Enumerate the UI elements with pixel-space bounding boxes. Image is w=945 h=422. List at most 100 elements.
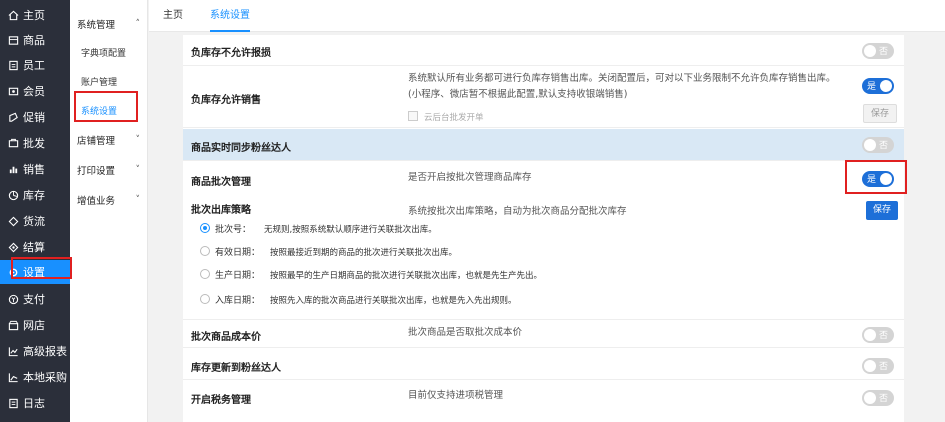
submenu-group-system[interactable]: 系统管理 ˄ [70, 14, 148, 34]
submenu-group-store[interactable]: 店铺管理 ˅ [70, 130, 148, 150]
toggle-knob [880, 173, 892, 185]
submenu-item-settings[interactable]: 系统设置 [70, 100, 148, 120]
tab-home[interactable]: 主页 [163, 0, 183, 32]
sidebar-item-sales[interactable]: 销售 [0, 157, 70, 181]
sidebar-item-goods[interactable]: 商品 [0, 28, 70, 52]
home-icon [7, 9, 19, 21]
chevron-up-icon: ˄ [135, 19, 141, 29]
promo-icon [7, 111, 19, 123]
sidebar-item-promo[interactable]: 促销 [0, 105, 70, 129]
sidebar-item-label: 商品 [23, 34, 45, 47]
tax-mgmt-toggle[interactable]: 否 [862, 390, 894, 406]
goods-icon [7, 34, 19, 46]
toggle-label: 否 [878, 362, 888, 372]
neg-stock-allow-toggle[interactable]: 是 [862, 78, 894, 94]
submenu-group-label: 增值业务 [77, 196, 116, 207]
sidebar-item-staff[interactable]: 员工 [0, 53, 70, 77]
sidebar-item-purchase[interactable]: 本地采购 [0, 365, 70, 389]
batch-cost-toggle[interactable]: 否 [862, 327, 894, 343]
submenu-item-account[interactable]: 账户管理 [70, 71, 148, 91]
sidebar-item-label: 本地采购 [23, 371, 67, 384]
sidebar-item-flow[interactable]: 货流 [0, 209, 70, 233]
batch-mgmt-toggle[interactable]: 是 [862, 171, 894, 187]
toggle-label: 否 [878, 394, 888, 404]
tab-system-settings[interactable]: 系统设置 [210, 0, 250, 32]
sidebar-item-label: 结算 [23, 241, 45, 254]
option-name: 入库日期： [215, 296, 261, 306]
radio-expiry-date[interactable] [200, 246, 210, 256]
option-description: 无规则,按照系统默认顺序进行关联批次出库。 [264, 225, 437, 235]
option-name: 有效日期： [215, 248, 261, 258]
sidebar-item-label: 销售 [23, 163, 45, 176]
realtime-sync-toggle[interactable]: 否 [862, 137, 894, 153]
toggle-knob [864, 392, 876, 404]
sidebar-item-label: 货流 [23, 215, 45, 228]
setting-row-neg-stock-allow: 负库存允许销售 系统默认所有业务都可进行负库存销售出库。关闭配置后，可对以下业务… [183, 66, 904, 128]
neg-stock-disallow-toggle[interactable]: 否 [862, 43, 894, 59]
wholesale-order-checkbox[interactable] [408, 111, 418, 121]
toggle-label: 是 [867, 82, 877, 92]
setting-label: 商品批次管理 [191, 177, 251, 188]
setting-label: 负库存允许销售 [191, 95, 261, 106]
save-button-disabled[interactable]: 保存 [863, 104, 898, 123]
tab-bar: 主页 系统设置 [149, 0, 945, 32]
setting-row-stock-sync: 库存更新到粉丝达人 否 [183, 348, 904, 380]
option-name: 生产日期： [215, 271, 261, 281]
toggle-knob [880, 80, 892, 92]
member-icon [7, 85, 19, 97]
wholesale-icon [7, 137, 19, 149]
setting-row-tax-mgmt: 开启税务管理 目前仅支持进项税管理 否 [183, 380, 904, 416]
toggle-knob [864, 45, 876, 57]
sidebar-item-wholesale[interactable]: 批发 [0, 131, 70, 155]
shop-icon [7, 319, 19, 331]
sidebar-item-label: 日志 [23, 397, 45, 410]
sidebar-item-report[interactable]: 高级报表 [0, 339, 70, 363]
stock-icon [7, 189, 19, 201]
report-icon [7, 345, 19, 357]
pay-icon [7, 293, 19, 305]
sidebar-item-settle[interactable]: 结算 [0, 235, 70, 259]
submenu-group-label: 打印设置 [77, 166, 116, 177]
settings-panel: 负库存不允许报损 否 负库存允许销售 系统默认所有业务都可进行负库存销售出库。关… [183, 35, 904, 422]
sidebar-item-settings[interactable]: 设置 [0, 260, 70, 284]
setting-label: 批次商品成本价 [191, 332, 261, 343]
radio-inbound-date[interactable] [200, 294, 210, 304]
sales-chart-icon [7, 163, 19, 175]
sidebar-item-home[interactable]: 主页 [0, 3, 70, 27]
sidebar-item-shop[interactable]: 网店 [0, 313, 70, 337]
toggle-knob [864, 360, 876, 372]
setting-label: 开启税务管理 [191, 395, 251, 406]
setting-description: 目前仅支持进项税管理 [408, 390, 504, 401]
chevron-down-icon: ˅ [135, 195, 141, 205]
settings-icon [7, 266, 19, 278]
radio-batch-number[interactable] [200, 223, 210, 233]
sidebar-item-pay[interactable]: 支付 [0, 287, 70, 311]
save-batch-strategy-button[interactable]: 保存 [866, 201, 899, 220]
sidebar-item-label: 库存 [23, 189, 45, 202]
submenu-group-label: 店铺管理 [77, 136, 116, 147]
sidebar-item-label: 高级报表 [23, 345, 67, 358]
option-description: 按照最接近到期的商品的批次进行关联批次出库。 [270, 248, 458, 258]
setting-row-neg-stock-disallow: 负库存不允许报损 否 [183, 35, 904, 66]
setting-description: 系统按批次出库策略，自动为批次商品分配批次库存 [408, 206, 627, 217]
chevron-down-icon: ˅ [135, 165, 141, 175]
chevron-down-icon: ˅ [135, 135, 141, 145]
radio-production-date[interactable] [200, 269, 210, 279]
setting-label: 批次出库策略 [191, 205, 251, 216]
sub-menu: 系统管理 ˄ 字典项配置 账户管理 系统设置 店铺管理 ˅ 打印设置 ˅ 增值业… [70, 0, 148, 422]
sidebar-item-member[interactable]: 会员 [0, 79, 70, 103]
stock-sync-toggle[interactable]: 否 [862, 358, 894, 374]
option-description: 按照最早的生产日期商品的批次进行关联批次出库，也就是先生产先出。 [270, 271, 543, 281]
sidebar-item-label: 主页 [23, 9, 45, 22]
sidebar-item-label: 支付 [23, 293, 45, 306]
sidebar-item-label: 设置 [23, 266, 45, 279]
sidebar-item-stock[interactable]: 库存 [0, 183, 70, 207]
submenu-group-print[interactable]: 打印设置 ˅ [70, 160, 148, 180]
setting-description: 系统默认所有业务都可进行负库存销售出库。关闭配置后，可对以下业务限制不允许负库存… [408, 73, 836, 100]
submenu-item-dict[interactable]: 字典项配置 [70, 42, 148, 62]
sidebar-item-label: 会员 [23, 85, 45, 98]
sidebar-item-log[interactable]: 日志 [0, 391, 70, 415]
staff-icon [7, 59, 19, 71]
submenu-group-value[interactable]: 增值业务 ˅ [70, 190, 148, 210]
option-description: 按照先入库的批次商品进行关联批次出库，也就是先入先出规则。 [270, 296, 517, 306]
